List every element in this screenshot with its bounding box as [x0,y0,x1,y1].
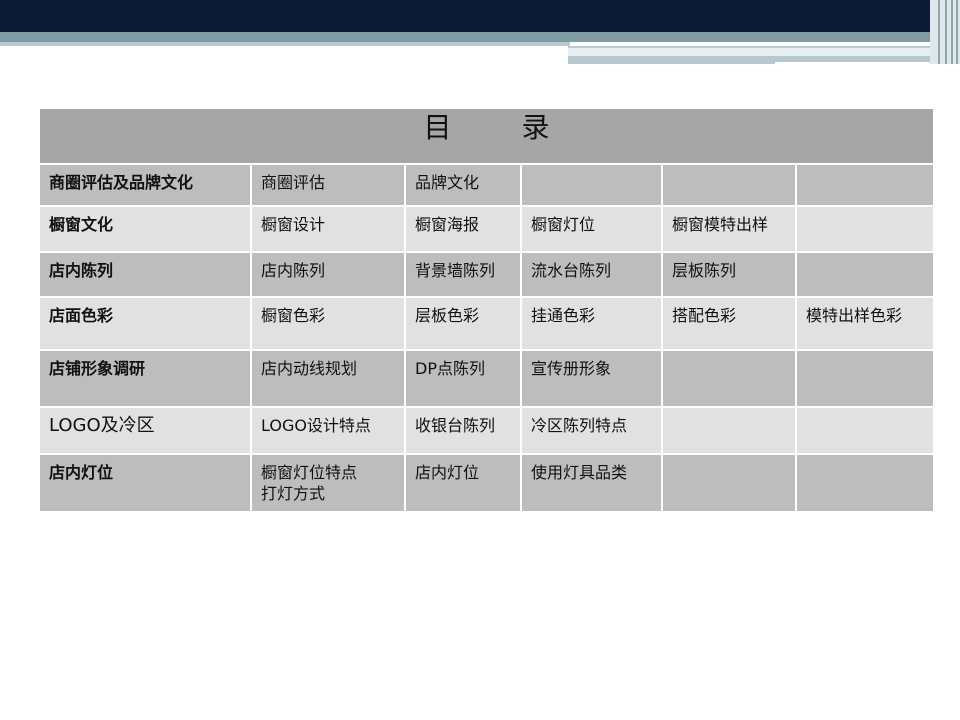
item-cell: 搭配色彩 [661,296,797,351]
item-cell: 店内陈列 [250,251,406,298]
item-cell [794,251,936,298]
item-cell [794,349,936,408]
category-cell: 橱窗文化 [38,205,252,253]
item-cell [794,163,936,207]
item-cell-line: 打灯方式 [261,484,326,503]
header-band-lower [568,46,930,56]
item-cell [661,453,797,513]
item-cell [794,406,936,455]
item-cell: 橱窗灯位特点 打灯方式 [250,453,406,513]
category-cell: LOGO及冷区 [38,406,252,455]
toc-table: 目录 商圈评估及品牌文化 商圈评估 品牌文化 橱窗文化 橱窗设计 橱窗海报 橱窗… [37,107,936,513]
item-cell: 橱窗灯位 [520,205,663,253]
header-divider-line [775,62,930,64]
table-row: 店内陈列 店内陈列 背景墙陈列 流水台陈列 层板陈列 [38,251,936,298]
toc-title-right: 录 [521,111,550,144]
item-cell: DP点陈列 [404,349,522,408]
item-cell [794,453,936,513]
item-cell: 流水台陈列 [520,251,663,298]
table-row: 店面色彩 橱窗色彩 层板色彩 挂通色彩 搭配色彩 模特出样色彩 [38,296,936,351]
category-cell: 商圈评估及品牌文化 [38,163,252,207]
category-cell: 店铺形象调研 [38,349,252,408]
category-cell: 店内陈列 [38,251,252,298]
item-cell [661,349,797,408]
item-cell: 店内动线规划 [250,349,406,408]
item-cell: 模特出样色彩 [794,296,936,351]
header-edge-stripes [930,0,960,64]
category-cell: 店内灯位 [38,453,252,513]
item-cell: 挂通色彩 [520,296,663,351]
item-cell [520,163,663,207]
header-band-light [0,42,570,46]
header-band-dark [0,0,930,32]
item-cell: 收银台陈列 [404,406,522,455]
item-cell-line: 橱窗灯位特点 [261,463,358,482]
table-row: 店铺形象调研 店内动线规划 DP点陈列 宣传册形象 [38,349,936,408]
item-cell [661,163,797,207]
item-cell: 橱窗色彩 [250,296,406,351]
table-row: LOGO及冷区 LOGO设计特点 收银台陈列 冷区陈列特点 [38,406,936,455]
item-cell: 层板陈列 [661,251,797,298]
table-row: 橱窗文化 橱窗设计 橱窗海报 橱窗灯位 橱窗模特出样 [38,205,936,253]
toc-title: 目录 [37,107,936,165]
table-row: 商圈评估及品牌文化 商圈评估 品牌文化 [38,163,936,207]
item-cell: 品牌文化 [404,163,522,207]
item-cell: 橱窗海报 [404,205,522,253]
item-cell: 背景墙陈列 [404,251,522,298]
item-cell: 使用灯具品类 [520,453,663,513]
toc-title-left: 目 [423,111,452,144]
item-cell [661,406,797,455]
item-cell: LOGO设计特点 [250,406,406,455]
item-cell: 层板色彩 [404,296,522,351]
item-cell: 宣传册形象 [520,349,663,408]
item-cell: 商圈评估 [250,163,406,207]
item-cell [794,205,936,253]
header-band-teal [0,32,930,42]
item-cell: 冷区陈列特点 [520,406,663,455]
category-cell: 店面色彩 [38,296,252,351]
table-row: 店内灯位 橱窗灯位特点 打灯方式 店内灯位 使用灯具品类 [38,453,936,513]
item-cell: 橱窗设计 [250,205,406,253]
item-cell: 店内灯位 [404,453,522,513]
item-cell: 橱窗模特出样 [661,205,797,253]
